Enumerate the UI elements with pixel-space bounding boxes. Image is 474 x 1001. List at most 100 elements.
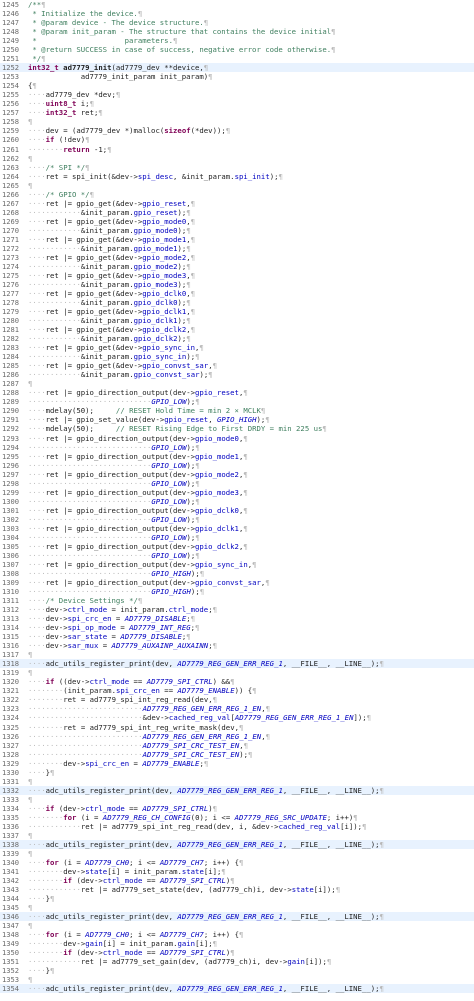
code-line[interactable]: 1351 ············ret |= ad7779_set_gain(d… [0, 957, 474, 966]
code-text[interactable]: ¶ [28, 921, 474, 930]
code-line[interactable]: 1307 ····ret |= gpio_direction_output(dev… [0, 560, 474, 569]
code-text[interactable]: ····························GPIO_LOW);¶ [28, 443, 474, 452]
code-text[interactable]: ····}¶ [28, 768, 474, 777]
code-text[interactable]: ········dev->state[i] = init_param.state… [28, 867, 474, 876]
code-text[interactable]: * @param init_param - The structure that… [28, 27, 474, 36]
code-text[interactable]: ············ret |= ad7779_set_state(dev,… [28, 885, 474, 894]
code-line[interactable]: 1329 ········dev->spi_crc_en = AD7779_ENA… [0, 759, 474, 768]
code-line[interactable]: 1296 ····························GPIO_LOW… [0, 461, 474, 470]
code-text[interactable]: ····························GPIO_LOW);¶ [28, 533, 474, 542]
code-text[interactable]: ····ret |= gpio_set_value(dev->gpio_rese… [28, 415, 474, 424]
code-line[interactable]: 1306 ····························GPIO_LOW… [0, 551, 474, 560]
code-text[interactable]: ¶ [28, 154, 474, 163]
code-text[interactable]: ¶ [28, 379, 474, 388]
code-text[interactable]: ········dev->spi_crc_en = AD7779_ENABLE;… [28, 759, 474, 768]
code-line[interactable]: 1286 ············&init_param.gpio_convst_… [0, 370, 474, 379]
code-text[interactable]: ¶ [28, 650, 474, 659]
code-text[interactable]: ····mdelay(50); // RESET Rising Edge to … [28, 424, 474, 433]
code-text[interactable]: ····ret |= gpio_get(&dev->gpio_mode0,¶ [28, 217, 474, 226]
code-line[interactable]: 1303 ····ret |= gpio_direction_output(dev… [0, 524, 474, 533]
code-line[interactable]: 1308 ····························GPIO_HIG… [0, 569, 474, 578]
code-text[interactable]: ¶ [28, 903, 474, 912]
code-text[interactable]: ····if (dev->ctrl_mode == AD7779_SPI_CTR… [28, 804, 474, 813]
code-line[interactable]: 1249 * parameters.¶ [0, 36, 474, 45]
code-text[interactable]: ············ret |= ad7779_spi_int_reg_re… [28, 822, 474, 831]
code-line[interactable]: 1321 ········(init_param.spi_crc_en == AD… [0, 686, 474, 695]
code-line[interactable]: 1269 ····ret |= gpio_get(&dev->gpio_mode0… [0, 217, 474, 226]
code-text[interactable]: ····························GPIO_LOW);¶ [28, 497, 474, 506]
code-text[interactable]: ····for (i = AD7779_CH0; i <= AD7779_CH7… [28, 858, 474, 867]
code-text[interactable]: ····if (!dev)¶ [28, 135, 474, 144]
code-text[interactable]: ····ret = spi_init(&dev->spi_desc, &init… [28, 172, 474, 181]
code-text[interactable]: ····························GPIO_LOW);¶ [28, 515, 474, 524]
code-text[interactable]: ············&init_param.gpio_mode1);¶ [28, 244, 474, 253]
code-line[interactable]: 1333 ¶ [0, 795, 474, 804]
code-line[interactable]: 1270 ············&init_param.gpio_mode0);… [0, 226, 474, 235]
code-line[interactable]: 1264 ····ret = spi_init(&dev->spi_desc, &… [0, 172, 474, 181]
code-line[interactable]: 1291 ····ret |= gpio_set_value(dev->gpio_… [0, 415, 474, 424]
code-text[interactable]: ········dev->gain[i] = init_param.gain[i… [28, 939, 474, 948]
code-line[interactable]: 1300 ····························GPIO_LOW… [0, 497, 474, 506]
code-text[interactable]: ····ret |= gpio_get(&dev->gpio_dclk0,¶ [28, 289, 474, 298]
code-line[interactable]: 1254 {¶ [0, 81, 474, 90]
code-text[interactable]: * @param device - The device structure.¶ [28, 18, 474, 27]
code-line[interactable]: 1338 ····adc_utils_register_print(dev, AD… [0, 839, 474, 849]
code-line[interactable]: 1324 ··························&dev->cach… [0, 713, 474, 722]
code-line[interactable]: 1292 ····mdelay(50); // RESET Rising Edge… [0, 424, 474, 433]
code-line[interactable]: 1288 ····ret |= gpio_direction_output(dev… [0, 388, 474, 397]
code-text[interactable]: ¶ [28, 181, 474, 190]
code-line[interactable]: 1305 ····ret |= gpio_direction_output(dev… [0, 542, 474, 551]
code-text[interactable]: ············&init_param.gpio_mode0);¶ [28, 226, 474, 235]
code-line[interactable]: 1318 ····adc_utils_register_print(dev, AD… [0, 659, 474, 669]
code-line[interactable]: 1330 ····}¶ [0, 768, 474, 777]
code-line[interactable]: 1340 ····for (i = AD7779_CH0; i <= AD7779… [0, 858, 474, 867]
code-line[interactable]: 1319 ¶ [0, 668, 474, 677]
code-text[interactable]: ····························GPIO_LOW);¶ [28, 397, 474, 406]
code-text[interactable]: ····dev->sar_mux = AD7779_AUXAINP_AUXAIN… [28, 641, 474, 650]
code-line[interactable]: 1302 ····························GPIO_LOW… [0, 515, 474, 524]
code-text[interactable]: ··························&dev->cached_r… [28, 713, 474, 722]
code-line[interactable]: 1281 ····ret |= gpio_get(&dev->gpio_dclk2… [0, 325, 474, 334]
code-line[interactable]: 1271 ····ret |= gpio_get(&dev->gpio_mode1… [0, 235, 474, 244]
code-line[interactable]: 1344 ····}¶ [0, 894, 474, 903]
code-line[interactable]: 1263 ····/* SPI */¶ [0, 163, 474, 172]
code-line[interactable]: 1267 ····ret |= gpio_get(&dev->gpio_reset… [0, 199, 474, 208]
code-line[interactable]: 1328 ··························AD7779_SPI… [0, 750, 474, 759]
code-line[interactable]: 1265 ¶ [0, 181, 474, 190]
code-line[interactable]: 1312 ····dev->ctrl_mode = init_param.ctrl… [0, 605, 474, 614]
code-line[interactable]: 1315 ····dev->sar_state = AD7779_DISABLE;… [0, 632, 474, 641]
code-line[interactable]: 1287 ¶ [0, 379, 474, 388]
code-line[interactable]: 1350 ········if (dev->ctrl_mode == AD7779… [0, 948, 474, 957]
code-text[interactable]: ····/* Device Settings */¶ [28, 596, 474, 605]
code-line[interactable]: 1246 * Initialize the device.¶ [0, 9, 474, 18]
code-text[interactable]: ····dev->ctrl_mode = init_param.ctrl_mod… [28, 605, 474, 614]
code-line[interactable]: 1335 ········for (i = AD7779_REG_CH_CONFI… [0, 813, 474, 822]
code-line[interactable]: 1314 ····dev->spi_op_mode = AD7779_INT_RE… [0, 623, 474, 632]
code-text[interactable]: ¶ [28, 849, 474, 858]
code-text[interactable]: int32_t ad7779_init(ad7779_dev **device,… [28, 63, 474, 72]
code-line[interactable]: 1347 ¶ [0, 921, 474, 930]
code-line[interactable]: 1252 int32_t ad7779_init(ad7779_dev **dev… [0, 63, 474, 73]
code-line[interactable]: 1299 ····ret |= gpio_direction_output(dev… [0, 488, 474, 497]
code-text[interactable]: ············ret |= ad7779_set_gain(dev, … [28, 957, 474, 966]
code-text[interactable]: ····}¶ [28, 966, 474, 975]
code-text[interactable]: ········if (dev->ctrl_mode == AD7779_SPI… [28, 876, 474, 885]
code-line[interactable]: 1256 ····uint8_t i;¶ [0, 99, 474, 108]
code-line[interactable]: 1327 ··························AD7779_SPI… [0, 741, 474, 750]
code-text[interactable]: ¶ [28, 795, 474, 804]
code-line[interactable]: 1311 ····/* Device Settings */¶ [0, 596, 474, 605]
code-text[interactable]: ············&init_param.gpio_mode3);¶ [28, 280, 474, 289]
code-line[interactable]: 1259 ····dev = (ad7779_dev *)malloc(sizeo… [0, 126, 474, 135]
code-line[interactable]: 1343 ············ret |= ad7779_set_state(… [0, 885, 474, 894]
code-text[interactable]: ····ret |= gpio_get(&dev->gpio_convst_sa… [28, 361, 474, 370]
code-text[interactable]: ····dev->spi_op_mode = AD7779_INT_REG;¶ [28, 623, 474, 632]
code-line[interactable]: 1326 ··························AD7779_REG… [0, 732, 474, 741]
code-line[interactable]: 1245 /**¶ [0, 0, 474, 9]
code-text[interactable]: ··························AD7779_SPI_CRC… [28, 750, 474, 759]
code-line[interactable]: 1261 ········return -1;¶ [0, 145, 474, 154]
code-line[interactable]: 1284 ············&init_param.gpio_sync_in… [0, 352, 474, 361]
code-line[interactable]: 1342 ········if (dev->ctrl_mode == AD7779… [0, 876, 474, 885]
code-text[interactable]: ····ad7779_dev *dev;¶ [28, 90, 474, 99]
code-text[interactable]: ····}¶ [28, 894, 474, 903]
code-text[interactable]: ····/* SPI */¶ [28, 163, 474, 172]
